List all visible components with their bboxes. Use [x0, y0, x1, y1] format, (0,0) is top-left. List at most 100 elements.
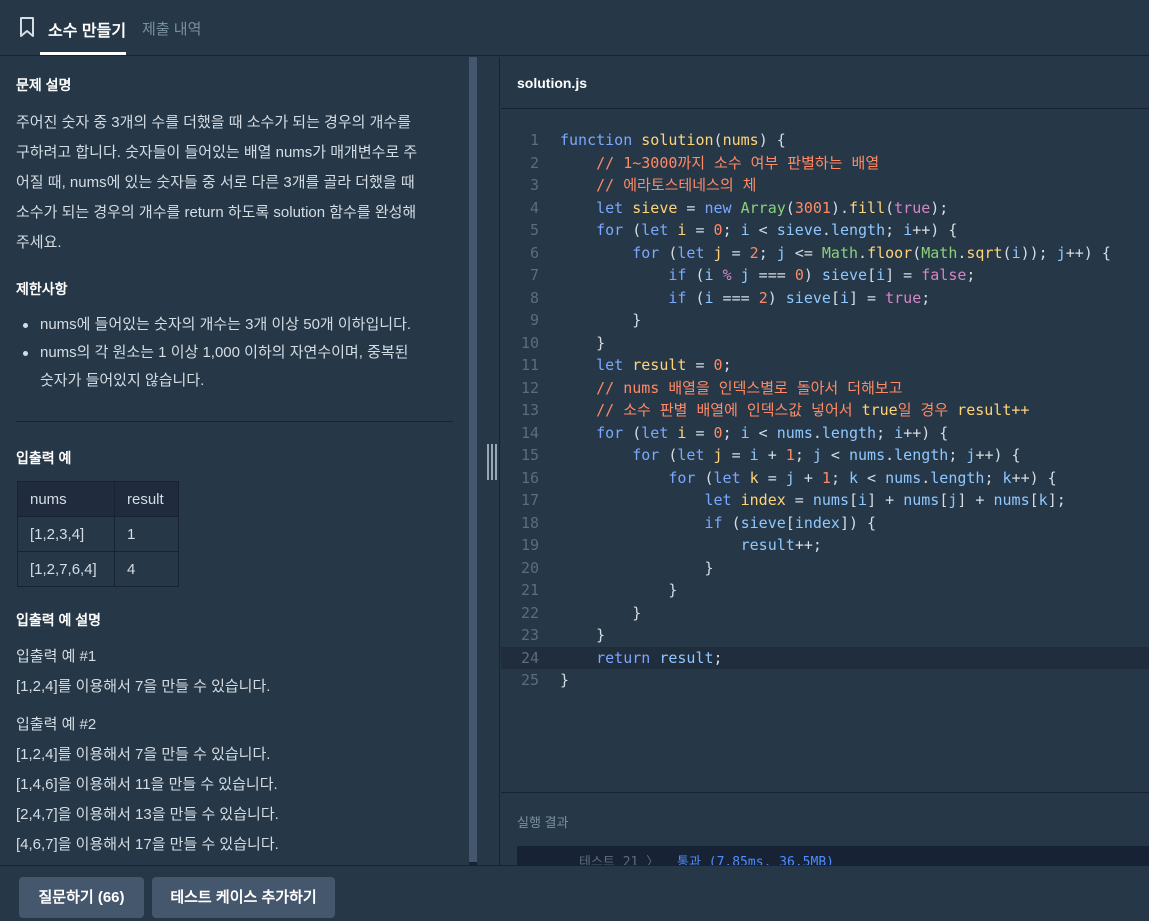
description-line: 어질 때, nums에 있는 숫자들 중 서로 다른 3개를 골라 더했을 때	[16, 174, 415, 191]
code-line[interactable]: 11 let result = 0;	[501, 354, 1149, 377]
line-number: 14	[520, 423, 539, 442]
drag-handle-icon[interactable]	[487, 444, 498, 480]
line-number: 9	[529, 311, 539, 329]
code-line[interactable]: 17 let index = nums[i] + nums[j] + nums[…	[501, 489, 1149, 512]
line-number: 16	[520, 468, 539, 487]
result-panel-header: 실행 결과	[501, 792, 1149, 846]
tab-submissions[interactable]: 제출 내역	[142, 18, 201, 39]
io-example-table: nums result [1,2,3,4] 1 [1,2,7,6,4] 4	[17, 481, 179, 587]
test-case-status: 통과 (7.85ms, 36.5MB)	[677, 855, 834, 865]
line-number: 15	[520, 446, 539, 464]
table-header: nums	[17, 481, 115, 517]
code-line[interactable]: 20 }	[501, 557, 1149, 580]
code-line[interactable]: 13 // 소수 판별 배열에 인덱스값 넣어서 true일 경우 result…	[501, 399, 1149, 422]
bookmark-icon[interactable]	[19, 17, 35, 37]
code-line[interactable]: 19 result++;	[501, 534, 1149, 557]
result-output: 테스트 21 〉 통과 (7.85ms, 36.5MB)	[517, 846, 1149, 865]
line-number: 4	[529, 198, 539, 217]
limits-heading: 제한사항	[16, 281, 68, 297]
file-name[interactable]: solution.js	[517, 75, 587, 91]
code-line[interactable]: 15 for (let j = i + 1; j < nums.length; …	[501, 444, 1149, 467]
line-number: 5	[529, 221, 539, 239]
code-line[interactable]: 25}	[501, 669, 1149, 692]
questions-button[interactable]: 질문하기 (66)	[19, 877, 144, 918]
line-number: 24	[520, 648, 539, 667]
list-item: nums에 들어있는 숫자의 개수는 3개 이상 50개 이하입니다.	[18, 311, 411, 339]
example-line: [1,2,4]를 이용해서 7을 만들 수 있습니다.	[16, 678, 271, 695]
table-row: [1,2,3,4] 1	[17, 516, 179, 552]
code-line[interactable]: 4 let sieve = new Array(3001).fill(true)…	[501, 197, 1149, 220]
io-heading: 입출력 예	[16, 450, 72, 466]
table-header-row: nums result	[17, 481, 179, 517]
line-number: 8	[529, 288, 539, 307]
list-item-text: nums의 각 원소는 1 이상 1,000 이하의 자연수이며, 중복된	[40, 344, 409, 361]
line-number: 7	[529, 266, 539, 284]
top-tab-bar: 소수 만들기 제출 내역	[0, 0, 1149, 56]
code-line[interactable]: 7 if (i % j === 0) sieve[i] = false;	[501, 264, 1149, 287]
tab-active-indicator	[40, 52, 126, 55]
line-number: 23	[520, 626, 539, 644]
section-divider	[16, 421, 453, 422]
table-header: result	[114, 481, 179, 517]
code-line[interactable]: 9 }	[501, 309, 1149, 332]
code-editor[interactable]: 1 function solution(nums) { 2 // 1~3000까지…	[501, 110, 1149, 792]
example-title: 입출력 예 #1	[16, 648, 97, 665]
table-cell: [1,2,7,6,4]	[17, 551, 115, 587]
table-cell: 1	[114, 516, 179, 552]
line-number: 13	[520, 401, 539, 419]
code-line[interactable]: 21 }	[501, 579, 1149, 602]
line-number: 20	[520, 558, 539, 577]
test-case-label: 테스트 21 〉	[579, 855, 660, 865]
description-line: 구하려고 합니다. 숫자들이 들어있는 배열 nums가 매개변수로 주	[16, 144, 418, 161]
line-number: 1	[529, 131, 539, 149]
line-number: 3	[529, 176, 539, 194]
code-line[interactable]: 18 if (sieve[index]) {	[501, 512, 1149, 535]
code-line[interactable]: 2 // 1~3000까지 소수 여부 판별하는 배열	[501, 152, 1149, 175]
table-row: [1,2,7,6,4] 4	[17, 551, 179, 587]
line-number: 25	[520, 671, 539, 689]
list-item-text: 숫자가 들어있지 않습니다.	[40, 372, 205, 389]
code-line[interactable]: 22 }	[501, 602, 1149, 625]
description-line: 소수가 되는 경우의 개수를 return 하도록 solution 함수를 완…	[16, 204, 417, 221]
line-number: 11	[520, 356, 539, 374]
example-line: [4,6,7]을 이용해서 17을 만들 수 있습니다.	[16, 836, 279, 853]
example-line: [1,2,4]를 이용해서 7을 만들 수 있습니다.	[16, 746, 271, 763]
example-title: 입출력 예 #2	[16, 716, 97, 733]
code-line[interactable]: 23 }	[501, 624, 1149, 647]
code-line[interactable]: 14 for (let i = 0; i < nums.length; i++)…	[501, 422, 1149, 445]
description-heading: 문제 설명	[16, 77, 72, 93]
line-number: 12	[520, 378, 539, 397]
line-number: 17	[520, 491, 539, 509]
line-number: 6	[529, 243, 539, 262]
code-line[interactable]: 16 for (let k = j + 1; k < nums.length; …	[501, 467, 1149, 490]
code-line[interactable]: 8 if (i === 2) sieve[i] = true;	[501, 287, 1149, 310]
line-number: 18	[520, 513, 539, 532]
limits-list: nums에 들어있는 숫자의 개수는 3개 이상 50개 이하입니다. nums…	[18, 311, 411, 395]
problem-scrollbar-thumb[interactable]	[469, 57, 477, 862]
list-item: nums의 각 원소는 1 이상 1,000 이하의 자연수이며, 중복된숫자가…	[18, 339, 411, 395]
code-line[interactable]: 10 }	[501, 332, 1149, 355]
result-title: 실행 결과	[517, 815, 569, 830]
code-line-active[interactable]: 24 return result;	[501, 646, 1149, 669]
bottom-action-bar: 질문하기 (66) 테스트 케이스 추가하기	[0, 865, 1149, 921]
code-line[interactable]: 5 for (let i = 0; i < sieve.length; i++)…	[501, 219, 1149, 242]
line-number: 10	[520, 333, 539, 352]
description-line: 주어진 숫자 중 3개의 수를 더했을 때 소수가 되는 경우의 개수를	[16, 114, 412, 131]
line-number: 19	[520, 536, 539, 554]
editor-header: solution.js	[501, 57, 1149, 109]
line-number: 21	[520, 581, 539, 599]
add-testcase-button[interactable]: 테스트 케이스 추가하기	[152, 877, 335, 918]
code-line[interactable]: 6 for (let j = 2; j <= Math.floor(Math.s…	[501, 242, 1149, 265]
line-number: 2	[529, 153, 539, 172]
code-line[interactable]: 1 function solution(nums) {	[501, 129, 1149, 152]
io-explain-heading: 입출력 예 설명	[16, 612, 102, 628]
code-line[interactable]: 12 // nums 배열을 인덱스별로 돌아서 더해보고	[501, 377, 1149, 400]
code-line[interactable]: 3 // 에라토스테네스의 체	[501, 174, 1149, 197]
example-line: [1,4,6]을 이용해서 11을 만들 수 있습니다.	[16, 776, 278, 793]
table-cell: [1,2,3,4]	[17, 516, 115, 552]
line-number: 22	[520, 603, 539, 622]
example-line: [2,4,7]을 이용해서 13을 만들 수 있습니다.	[16, 806, 279, 823]
table-cell: 4	[114, 551, 179, 587]
description-line: 주세요.	[16, 234, 62, 251]
tab-problem[interactable]: 소수 만들기	[48, 17, 126, 41]
